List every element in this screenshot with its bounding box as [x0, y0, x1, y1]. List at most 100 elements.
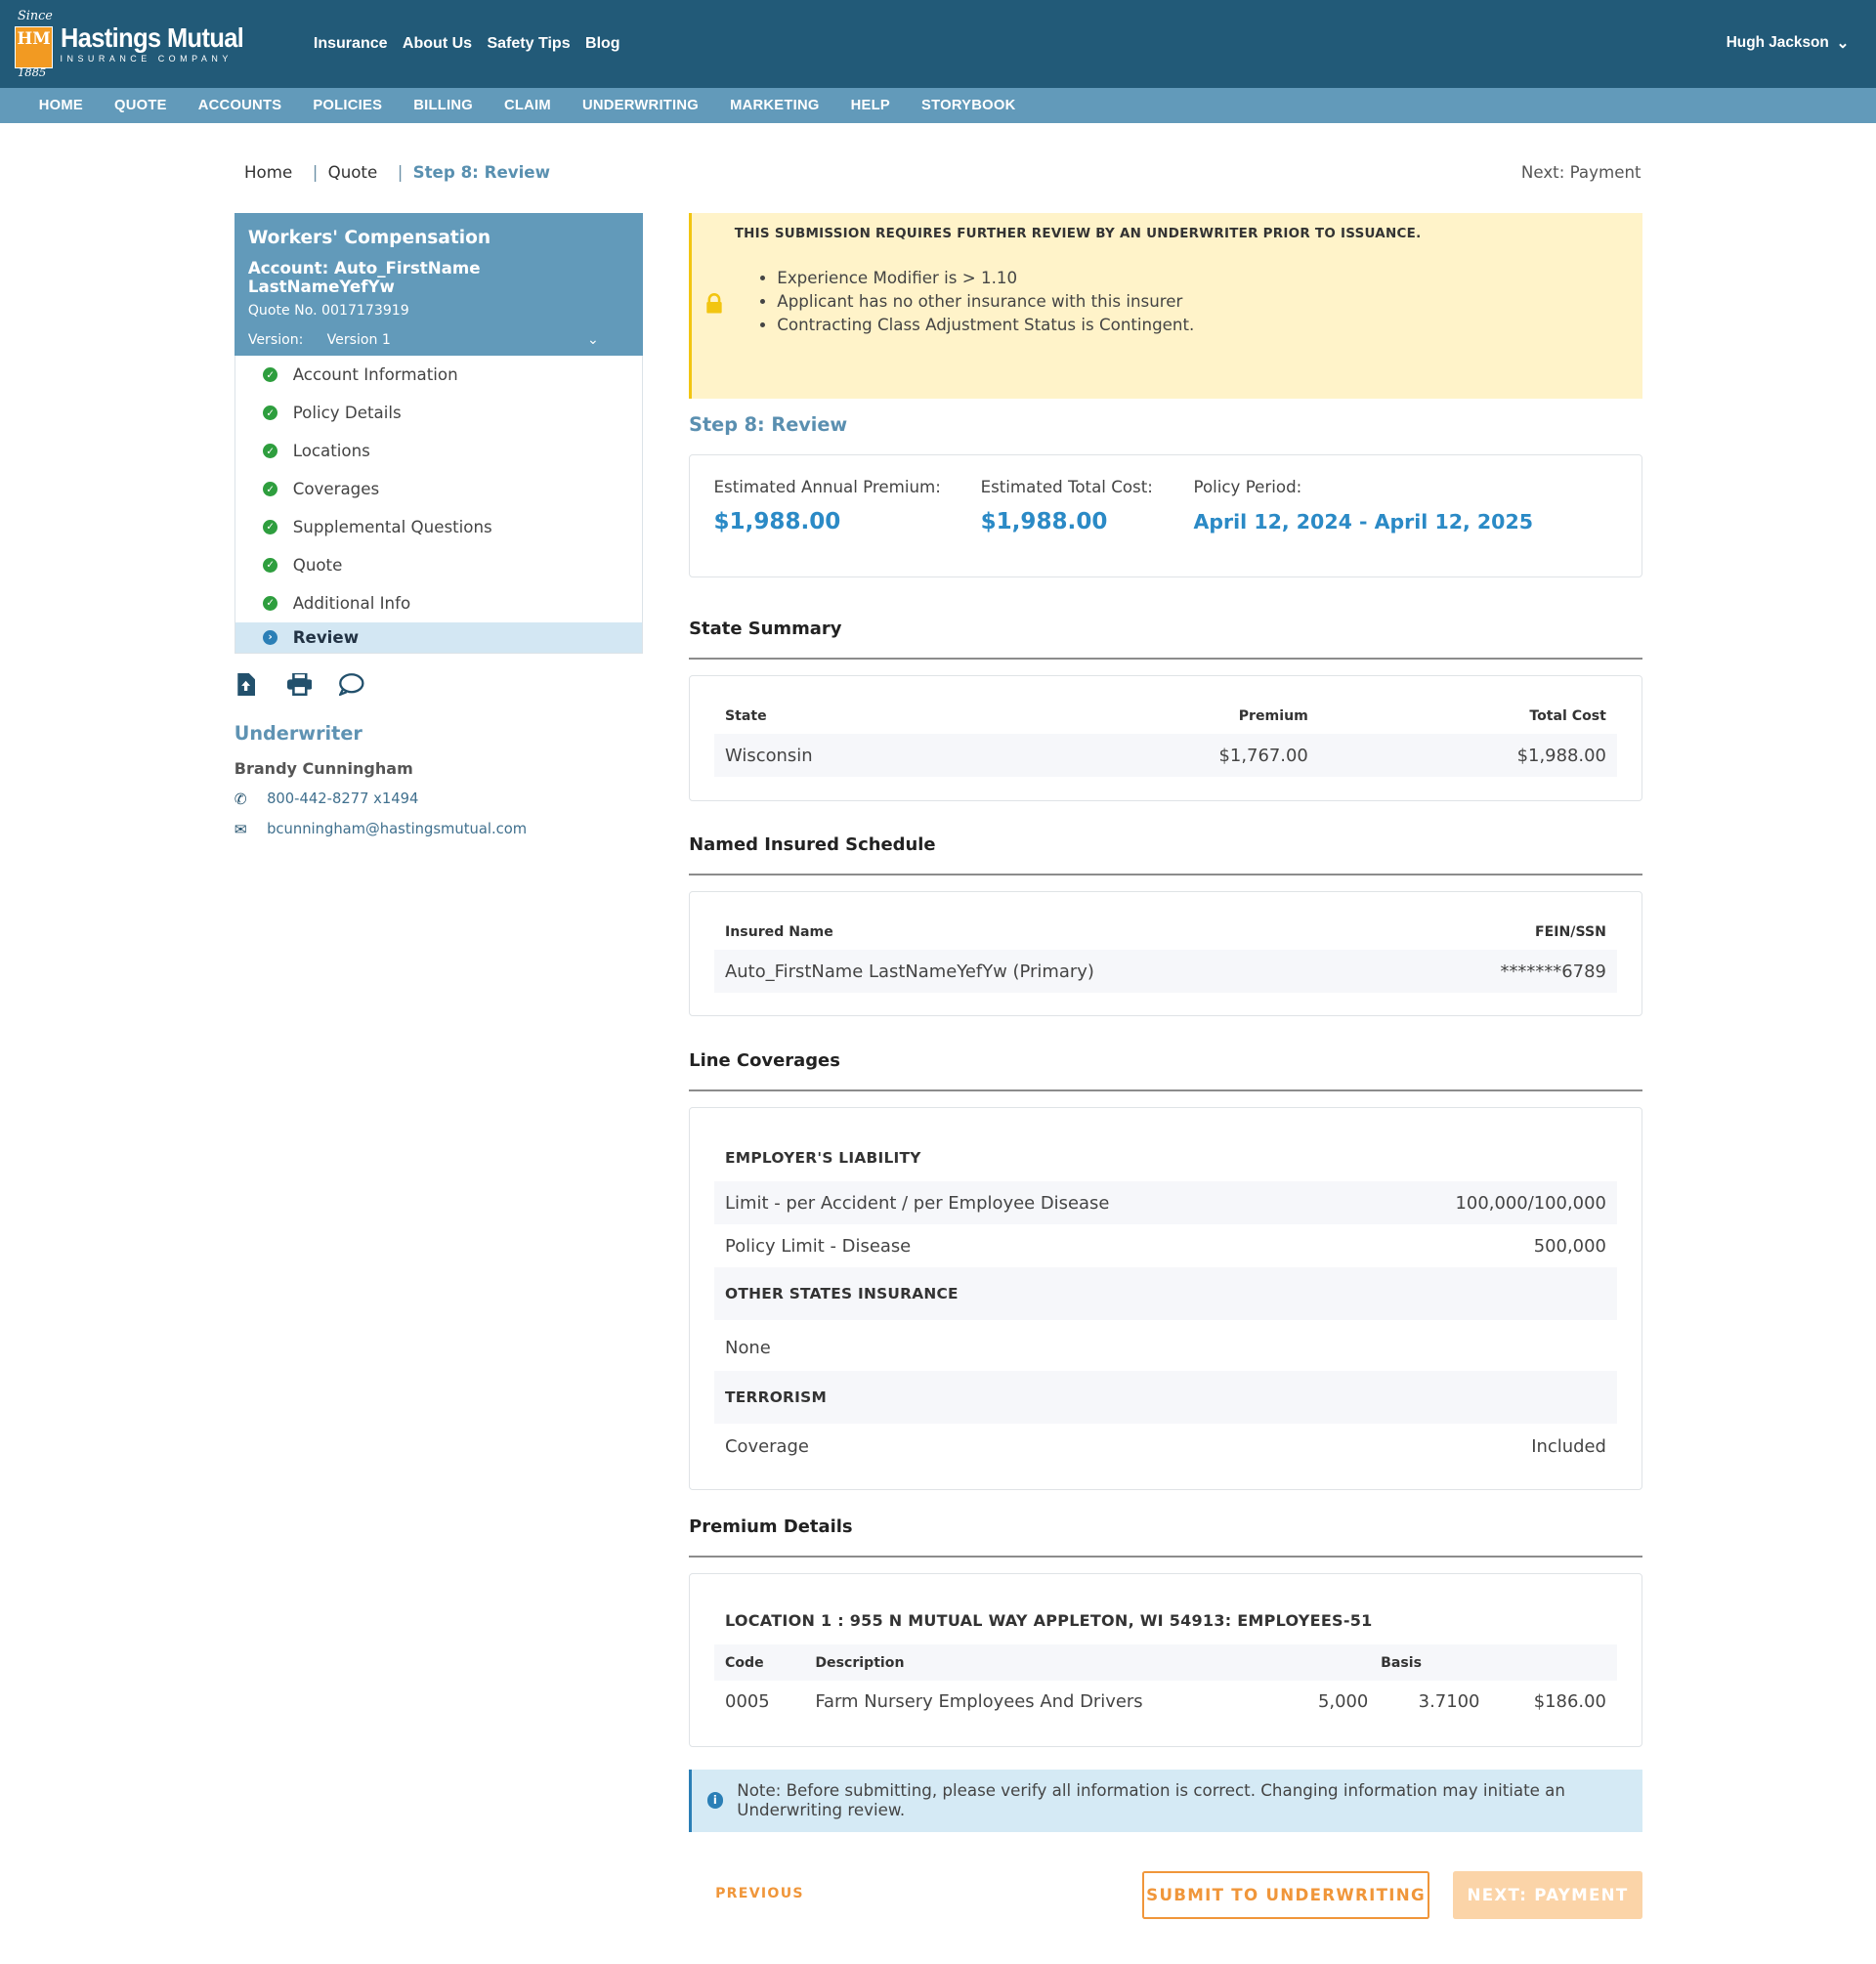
- step-label: Additional Info: [292, 593, 411, 613]
- user-menu[interactable]: Hugh Jackson ⌄: [1727, 34, 1850, 53]
- table-header: Code Description Basis: [713, 1644, 1618, 1681]
- total-cost-value: $1,988.00: [980, 509, 1108, 535]
- sidebar-item-supplemental-questions[interactable]: ✓ Supplemental Questions: [235, 508, 642, 546]
- step-label: Quote: [292, 555, 343, 575]
- sidebar-item-review[interactable]: › Review: [234, 621, 642, 653]
- version-select[interactable]: Version: Version 1 ⌄: [248, 332, 630, 348]
- step-label: Policy Details: [292, 404, 402, 423]
- alert-list: Experience Modifier is > 1.10 Applicant …: [777, 267, 1642, 338]
- employers-liability-heading: EMPLOYER'S LIABILITY: [713, 1133, 1618, 1182]
- nav-marketing[interactable]: MARKETING: [730, 98, 820, 113]
- named-insured-table: Insured Name FEIN/SSN Auto_FirstName Las…: [689, 890, 1642, 1017]
- line-coverages-table: EMPLOYER'S LIABILITY Limit - per Acciden…: [689, 1106, 1642, 1491]
- topnav-safety-tips[interactable]: Safety Tips: [487, 34, 570, 53]
- nav-accounts[interactable]: ACCOUNTS: [198, 98, 282, 113]
- total-cost-cell: $1,988.00: [1516, 745, 1606, 766]
- breadcrumb-home[interactable]: Home: [244, 163, 292, 182]
- logo-mark: Since HM 1885: [15, 6, 55, 81]
- line-coverages-title: Line Coverages: [689, 1050, 1642, 1092]
- submit-to-underwriting-button[interactable]: SUBMIT TO UNDERWRITING: [1142, 1870, 1429, 1919]
- alert-item: Experience Modifier is > 1.10: [777, 267, 1642, 290]
- sidebar-quote-no: Quote No. 0017173919: [247, 303, 409, 320]
- topnav-insurance[interactable]: Insurance: [314, 34, 388, 53]
- column-header: Description: [815, 1654, 905, 1671]
- total-cost-label: Estimated Total Cost:: [980, 478, 1153, 497]
- check-circle-icon: ✓: [262, 481, 278, 497]
- previous-button[interactable]: PREVIOUS: [715, 1886, 804, 1901]
- logo-tagline: INSURANCE COMPANY: [60, 54, 233, 64]
- topnav-blog[interactable]: Blog: [585, 34, 620, 53]
- chevron-down-icon: ⌄: [587, 332, 599, 349]
- check-circle-icon: ✓: [262, 405, 278, 421]
- coverage-label: Limit - per Accident / per Employee Dise…: [725, 1192, 1110, 1214]
- underwriter-phone[interactable]: ✆ 800-442-8277 x1494: [234, 790, 643, 808]
- sidebar-item-quote[interactable]: ✓ Quote: [235, 546, 642, 584]
- nav-policies[interactable]: POLICIES: [313, 98, 382, 113]
- sidebar-item-account-information[interactable]: ✓ Account Information: [235, 356, 642, 394]
- step-label: Review: [292, 627, 360, 647]
- premium-cell: $1,767.00: [1218, 745, 1308, 766]
- state-summary-table: State Premium Total Cost Wisconsin $1,76…: [689, 674, 1642, 801]
- sidebar: Workers' Compensation Account: Auto_Firs…: [234, 212, 643, 838]
- comment-icon[interactable]: [338, 673, 364, 702]
- check-circle-icon: ✓: [262, 595, 278, 612]
- premium-details-title: Premium Details: [689, 1516, 1642, 1558]
- state-summary-title: State Summary: [689, 619, 1642, 661]
- column-header: Code: [725, 1654, 764, 1671]
- sidebar-account: Account: Auto_FirstName LastNameYefYw: [247, 258, 481, 296]
- email-text: bcunningham@hastingsmutual.com: [267, 821, 528, 838]
- lock-icon: [705, 293, 723, 319]
- file-upload-icon[interactable]: [234, 673, 257, 702]
- logo-since: Since: [17, 8, 53, 23]
- underwriter-title: Underwriter: [234, 721, 362, 745]
- nav-claim[interactable]: CLAIM: [504, 98, 551, 113]
- nav-home[interactable]: HOME: [39, 98, 83, 113]
- page-title: Step 8: Review: [689, 413, 848, 437]
- nav-quote[interactable]: QUOTE: [114, 98, 167, 113]
- premium-cell: $186.00: [1533, 1691, 1606, 1713]
- breadcrumb-quote[interactable]: Quote: [328, 163, 378, 182]
- fein-cell: *******6789: [1500, 961, 1606, 982]
- print-icon[interactable]: [286, 671, 313, 702]
- logo-monogram: HM: [15, 25, 53, 69]
- info-note: i Note: Before submitting, please verify…: [689, 1770, 1642, 1833]
- company-logo[interactable]: Since HM 1885 Hastings Mutual INSURANCE …: [15, 0, 263, 88]
- next-payment-button[interactable]: NEXT: PAYMENT: [1453, 1870, 1642, 1919]
- version-value: Version 1: [326, 332, 391, 349]
- version-label: Version:: [247, 332, 304, 349]
- coverage-value: None: [725, 1338, 771, 1359]
- terrorism-heading: TERRORISM: [713, 1371, 1618, 1424]
- sidebar-header: Workers' Compensation Account: Auto_Firs…: [234, 212, 643, 357]
- user-name: Hugh Jackson: [1726, 34, 1829, 52]
- column-header: State: [725, 708, 767, 725]
- nav-storybook[interactable]: STORYBOOK: [921, 98, 1015, 113]
- annual-premium-label: Estimated Annual Premium:: [713, 478, 941, 497]
- step-label: Locations: [292, 442, 370, 461]
- topnav-about-us[interactable]: About Us: [403, 34, 472, 53]
- table-row: Auto_FirstName LastNameYefYw (Primary) *…: [713, 950, 1618, 994]
- nav-help[interactable]: HELP: [851, 98, 890, 113]
- rate-cell: 3.7100: [1418, 1691, 1480, 1713]
- phone-text: 800-442-8277 x1494: [267, 790, 419, 808]
- chevron-right-circle-icon: ›: [262, 629, 278, 645]
- nav-billing[interactable]: BILLING: [413, 98, 473, 113]
- coverage-value: 500,000: [1533, 1235, 1606, 1257]
- table-header: Insured Name FEIN/SSN: [714, 915, 1618, 951]
- main-nav: HOME QUOTE ACCOUNTS POLICIES BILLING CLA…: [0, 87, 1876, 123]
- nav-underwriting[interactable]: UNDERWRITING: [582, 98, 699, 113]
- next-step-label[interactable]: Next: Payment: [1521, 163, 1642, 182]
- top-header: Since HM 1885 Hastings Mutual INSURANCE …: [0, 0, 1876, 88]
- sidebar-item-additional-info[interactable]: ✓ Additional Info: [235, 584, 642, 622]
- state-cell: Wisconsin: [725, 745, 813, 766]
- logo-name: Hastings Mutual: [60, 21, 244, 54]
- sidebar-actions: [234, 671, 643, 702]
- sidebar-item-coverages[interactable]: ✓ Coverages: [235, 470, 642, 508]
- column-header: Insured Name: [725, 924, 833, 941]
- underwriter-email[interactable]: ✉ bcunningham@hastingsmutual.com: [234, 821, 643, 838]
- table-row: 0005 Farm Nursery Employees And Drivers …: [713, 1680, 1618, 1724]
- sidebar-item-policy-details[interactable]: ✓ Policy Details: [235, 394, 642, 432]
- column-header: Basis: [1381, 1654, 1423, 1671]
- alert-item: Contracting Class Adjustment Status is C…: [777, 314, 1642, 337]
- sidebar-item-locations[interactable]: ✓ Locations: [235, 432, 642, 470]
- description-cell: Farm Nursery Employees And Drivers: [815, 1691, 1143, 1713]
